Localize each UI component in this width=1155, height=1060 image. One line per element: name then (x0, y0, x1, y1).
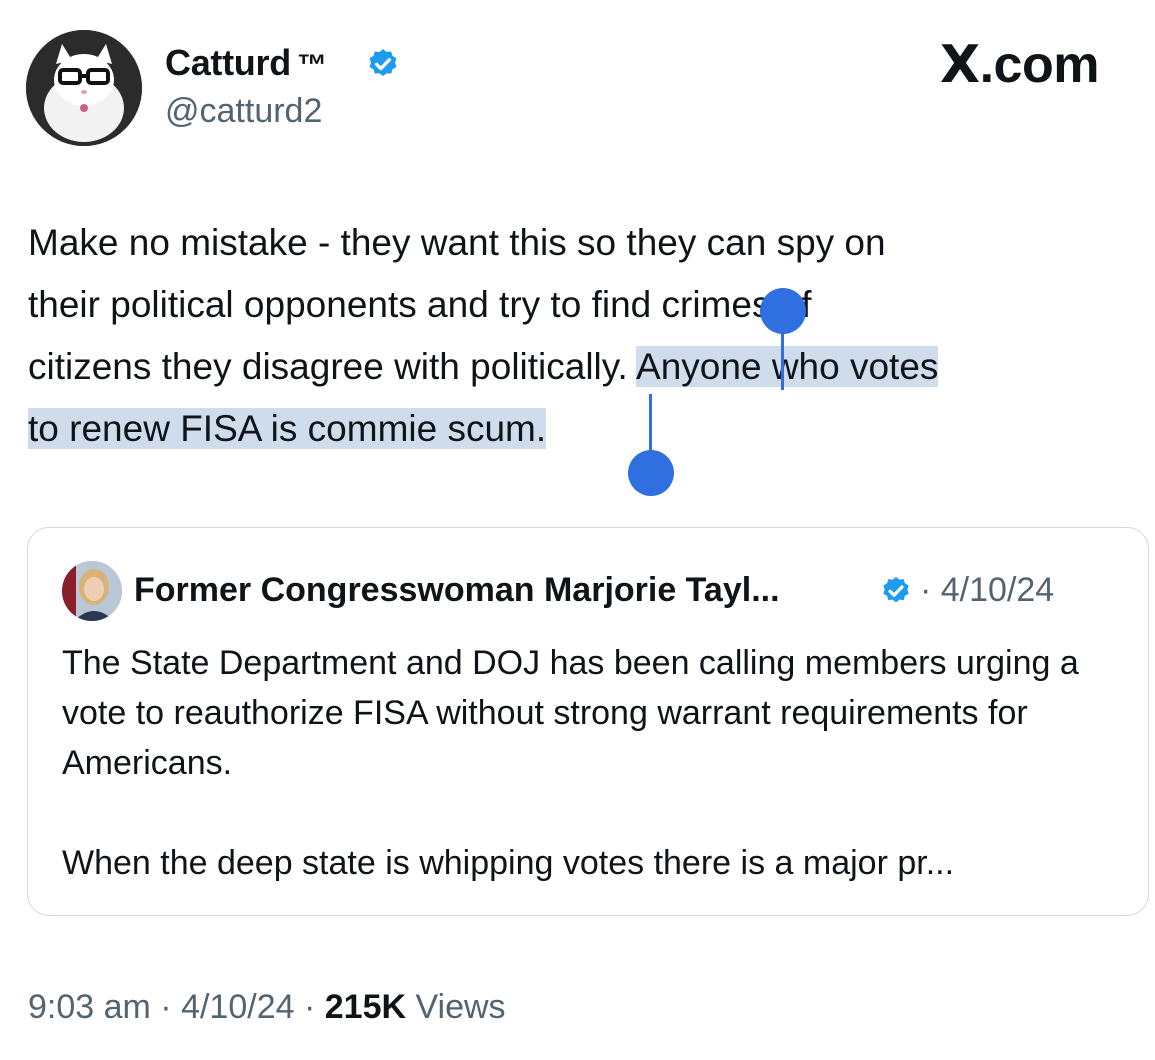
selection-end-handle[interactable] (628, 450, 674, 496)
author-name[interactable]: Catturd ™ (165, 42, 327, 84)
quoted-author-avatar[interactable] (62, 561, 122, 621)
tweet-time[interactable]: 9:03 am (28, 988, 151, 1026)
quoted-paragraph: The State Department and DOJ has been ca… (62, 644, 1079, 782)
separator-dot: · (150, 988, 182, 1026)
tweet-line-3: citizens they disagree with politically.… (28, 336, 939, 398)
author-name-text: Catturd (165, 42, 291, 83)
separator-dot: · (294, 988, 325, 1026)
views-label: Views (406, 988, 506, 1026)
tweet-line-4: to renew FISA is commie scum. (28, 398, 547, 460)
selected-text: to renew FISA is commie scum. (28, 408, 547, 449)
quoted-author-name[interactable]: Former Congresswoman Marjorie Tayl... (134, 571, 780, 610)
quoted-tweet-text: The State Department and DOJ has been ca… (62, 638, 1122, 888)
selection-end-handle-bar[interactable] (649, 394, 652, 456)
tweet-date[interactable]: 4/10/24 (181, 988, 294, 1026)
brand-domain: .com (979, 36, 1100, 94)
tweet-line-2: their political opponents and try to fin… (28, 274, 812, 336)
tweet-line-text: Make no mistake - they want this so they… (28, 222, 886, 263)
person-avatar-image (62, 561, 122, 621)
views-count: 215K (324, 988, 407, 1026)
tweet-line-1: Make no mistake - they want this so they… (28, 212, 886, 274)
tweet-line-text: their political opponents and try to fin… (28, 284, 812, 325)
tweet-metadata: 9:03 am · 4/10/24 · 215K Views (28, 988, 506, 1027)
quoted-paragraph: When the deep state is whipping votes th… (62, 844, 955, 882)
brand-watermark: X.com (940, 35, 1099, 95)
quoted-tweet-date[interactable]: · 4/10/24 (920, 571, 1054, 610)
selection-start-handle[interactable] (760, 288, 806, 334)
author-handle[interactable]: @catturd2 (165, 92, 322, 131)
selected-text: Anyone who votes (636, 346, 939, 387)
quoted-tweet-card[interactable]: Former Congresswoman Marjorie Tayl... · … (27, 527, 1149, 916)
trademark-symbol: ™ (296, 49, 327, 82)
x-logo-icon: X (940, 35, 980, 95)
verified-badge-icon (369, 49, 397, 77)
verified-badge-icon (883, 577, 909, 603)
author-avatar[interactable] (26, 30, 142, 146)
tweet-line-text: citizens they disagree with politically. (28, 346, 637, 387)
cat-avatar-image (26, 30, 142, 146)
